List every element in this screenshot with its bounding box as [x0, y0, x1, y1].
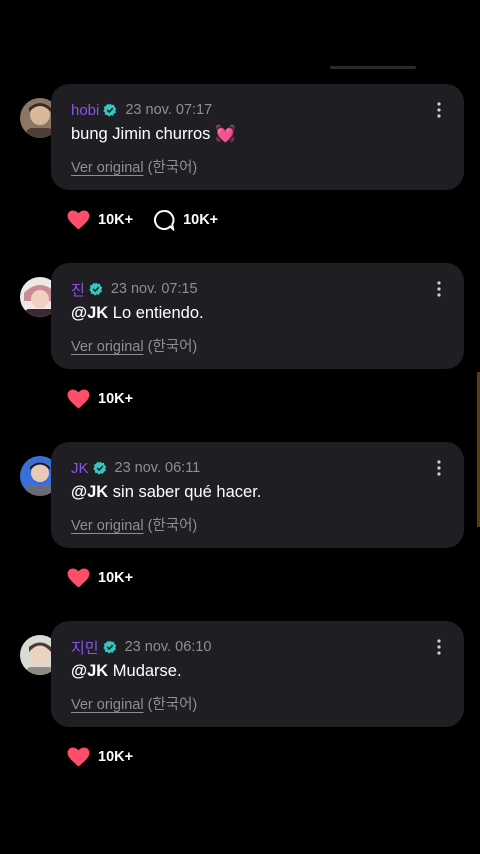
like-button[interactable]: 10K+	[67, 568, 133, 588]
comment-body: sin saber qué hacer.	[108, 483, 262, 501]
view-original-link[interactable]: Ver original	[71, 697, 144, 713]
heart-icon	[67, 568, 90, 588]
like-button[interactable]: 10K+	[67, 747, 133, 767]
comment-actions: 10K+	[67, 745, 153, 769]
like-count: 10K+	[98, 391, 134, 407]
verified-icon	[92, 461, 106, 475]
verified-icon	[102, 640, 116, 654]
comment-text: @JK sin saber qué hacer.	[71, 483, 261, 502]
heart-icon	[67, 210, 90, 230]
author-name[interactable]: 진	[71, 279, 85, 300]
comment-actions: 10K+ 10K+	[67, 208, 238, 232]
verified-icon	[103, 103, 117, 117]
comment-text: bung Jimin churros 💓	[71, 125, 236, 144]
like-count: 10K+	[98, 749, 134, 765]
translation-toggle: Ver original (한국어)	[71, 156, 197, 177]
comment-time: 23 nov. 06:10	[124, 639, 212, 655]
comment-actions: 10K+	[67, 387, 153, 411]
author-name[interactable]: JK	[71, 460, 89, 477]
like-button[interactable]: 10K+	[67, 210, 133, 230]
sheet-handle[interactable]	[330, 66, 416, 69]
like-count: 10K+	[98, 212, 134, 228]
comment-time: 23 nov. 06:11	[114, 460, 201, 476]
more-options-icon[interactable]	[436, 102, 442, 118]
mention[interactable]: @JK	[71, 662, 108, 680]
speech-bubble-icon	[154, 209, 175, 231]
heart-icon	[67, 389, 90, 409]
mention[interactable]: @JK	[71, 483, 108, 501]
comment-bubble: 지민 23 nov. 06:10 @JK Mudarse. Ver origin…	[51, 621, 464, 727]
view-original-link[interactable]: Ver original	[71, 160, 144, 176]
comment-body: Mudarse.	[108, 662, 182, 680]
mention[interactable]: @JK	[71, 304, 108, 322]
translation-toggle: Ver original (한국어)	[71, 335, 197, 356]
more-options-icon[interactable]	[436, 639, 442, 655]
comment-text: @JK Lo entiendo.	[71, 304, 204, 323]
like-button[interactable]: 10K+	[67, 389, 133, 409]
comment-header: JK 23 nov. 06:11	[71, 458, 200, 478]
comment-bubble: JK 23 nov. 06:11 @JK sin saber qué hacer…	[51, 442, 464, 548]
comment-time: 23 nov. 07:15	[110, 281, 198, 297]
comment-bubble: 진 23 nov. 07:15 @JK Lo entiendo. Ver ori…	[51, 263, 464, 369]
more-options-icon[interactable]	[436, 281, 442, 297]
original-language: (한국어)	[147, 160, 198, 176]
reply-button[interactable]: 10K+	[153, 209, 218, 231]
comment-header: 지민 23 nov. 06:10	[71, 637, 211, 657]
original-language: (한국어)	[147, 339, 198, 355]
reply-count: 10K+	[183, 212, 219, 228]
original-language: (한국어)	[147, 697, 198, 713]
verified-icon	[89, 282, 103, 296]
comment-time: 23 nov. 07:17	[125, 102, 213, 118]
author-name[interactable]: hobi	[71, 102, 99, 119]
view-original-link[interactable]: Ver original	[71, 518, 144, 534]
comment-text: @JK Mudarse.	[71, 662, 182, 681]
comment-body: bung Jimin churros 💓	[71, 125, 236, 143]
comment-header: hobi 23 nov. 07:17	[71, 100, 212, 120]
comments-screen: hobi 23 nov. 07:17 bung Jimin churros 💓 …	[0, 0, 480, 854]
heart-icon	[67, 747, 90, 767]
translation-toggle: Ver original (한국어)	[71, 693, 197, 714]
author-name[interactable]: 지민	[71, 637, 99, 658]
comment-bubble: hobi 23 nov. 07:17 bung Jimin churros 💓 …	[51, 84, 464, 190]
comment-body: Lo entiendo.	[108, 304, 204, 322]
comment-actions: 10K+	[67, 566, 153, 590]
view-original-link[interactable]: Ver original	[71, 339, 144, 355]
comment-header: 진 23 nov. 07:15	[71, 279, 198, 299]
more-options-icon[interactable]	[436, 460, 442, 476]
original-language: (한국어)	[147, 518, 198, 534]
like-count: 10K+	[98, 570, 134, 586]
translation-toggle: Ver original (한국어)	[71, 514, 197, 535]
